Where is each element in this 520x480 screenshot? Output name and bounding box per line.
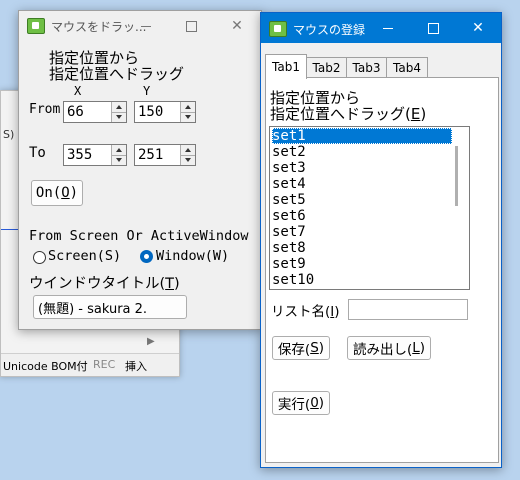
on-button[interactable]: On(O) <box>31 180 83 206</box>
to-x-value: 355 <box>67 147 93 163</box>
maximize-icon[interactable] <box>169 11 213 41</box>
list-scrollbar-thumb[interactable] <box>455 146 458 206</box>
set-list[interactable]: set1 set2 set3 set4 set5 set6 set7 set8 … <box>269 126 470 290</box>
minimize-icon[interactable] <box>124 11 168 41</box>
to-label: To <box>29 145 46 161</box>
title-bar[interactable]: マウスをドラッ... <box>19 11 261 41</box>
heading-line-2: 指定位置へドラッグ <box>49 65 185 83</box>
screen-radio[interactable] <box>33 251 46 264</box>
from-y-value: 150 <box>138 104 164 120</box>
spin-down-icon[interactable] <box>181 112 195 122</box>
app-icon <box>269 21 287 37</box>
tab-4[interactable]: Tab4 <box>386 57 428 78</box>
tab-2[interactable]: Tab2 <box>306 57 347 78</box>
window-title-button[interactable]: (無題) - sakura 2. <box>33 295 187 319</box>
list-name-input[interactable] <box>348 299 468 320</box>
x-column-label: X <box>74 84 82 98</box>
list-item[interactable]: set9 <box>272 256 452 272</box>
list-name-label: リスト名(I) <box>271 304 340 320</box>
status-insert: 挿入 <box>125 360 147 373</box>
to-y-spinner[interactable]: 251 <box>134 144 196 166</box>
save-button[interactable]: 保存(S) <box>272 336 330 360</box>
to-y-value: 251 <box>138 147 164 163</box>
register-heading-line-2: 指定位置へドラッグ(E) <box>270 105 427 123</box>
spin-down-icon[interactable] <box>112 155 126 165</box>
from-label: From <box>29 102 61 117</box>
window-title: マウスの登録 <box>293 23 366 37</box>
drag-settings-window: マウスをドラッ... 指定位置から 指定位置へドラッグ X Y From 66 … <box>18 10 262 330</box>
run-button[interactable]: 実行(0) <box>272 391 330 415</box>
status-encoding: Unicode BOM付 <box>3 360 88 373</box>
partial-tab-label[interactable]: S) <box>3 128 17 144</box>
status-rec: REC <box>93 358 116 371</box>
list-item[interactable]: set10 <box>272 272 452 288</box>
window-title-label: ウインドウタイトル(T) <box>29 276 180 292</box>
window-title-value: (無題) - sakura 2. <box>38 301 148 317</box>
list-item[interactable]: set1 <box>272 128 452 144</box>
close-icon[interactable] <box>215 11 259 41</box>
list-item[interactable]: set7 <box>272 224 452 240</box>
screen-radio-label[interactable]: Screen(S) <box>48 248 121 264</box>
status-bar: Unicode BOM付 REC 挿入 <box>1 353 179 376</box>
close-icon[interactable] <box>456 13 500 43</box>
maximize-icon[interactable] <box>411 13 455 43</box>
tab-3[interactable]: Tab3 <box>346 57 387 78</box>
y-column-label: Y <box>143 84 151 98</box>
title-bar[interactable]: マウスの登録 <box>261 13 501 43</box>
mode-label: From Screen Or ActiveWindow <box>29 228 249 244</box>
app-icon <box>27 18 45 34</box>
list-item[interactable]: set6 <box>272 208 452 224</box>
window-radio-label[interactable]: Window(W) <box>156 248 229 264</box>
from-x-value: 66 <box>67 104 84 120</box>
spin-down-icon[interactable] <box>181 155 195 165</box>
list-item[interactable]: set2 <box>272 144 452 160</box>
scroll-right-arrow-icon[interactable]: ▶ <box>147 336 155 347</box>
minimize-icon[interactable] <box>366 13 410 43</box>
from-x-spinner[interactable]: 66 <box>63 101 127 123</box>
from-y-spinner[interactable]: 150 <box>134 101 196 123</box>
list-item[interactable]: set4 <box>272 176 452 192</box>
window-radio[interactable] <box>140 250 153 263</box>
tab-1[interactable]: Tab1 <box>265 54 307 79</box>
list-item[interactable]: set3 <box>272 160 452 176</box>
list-item[interactable]: set8 <box>272 240 452 256</box>
load-button[interactable]: 読み出し(L) <box>347 336 431 360</box>
list-item[interactable]: set5 <box>272 192 452 208</box>
spin-down-icon[interactable] <box>112 112 126 122</box>
to-x-spinner[interactable]: 355 <box>63 144 127 166</box>
